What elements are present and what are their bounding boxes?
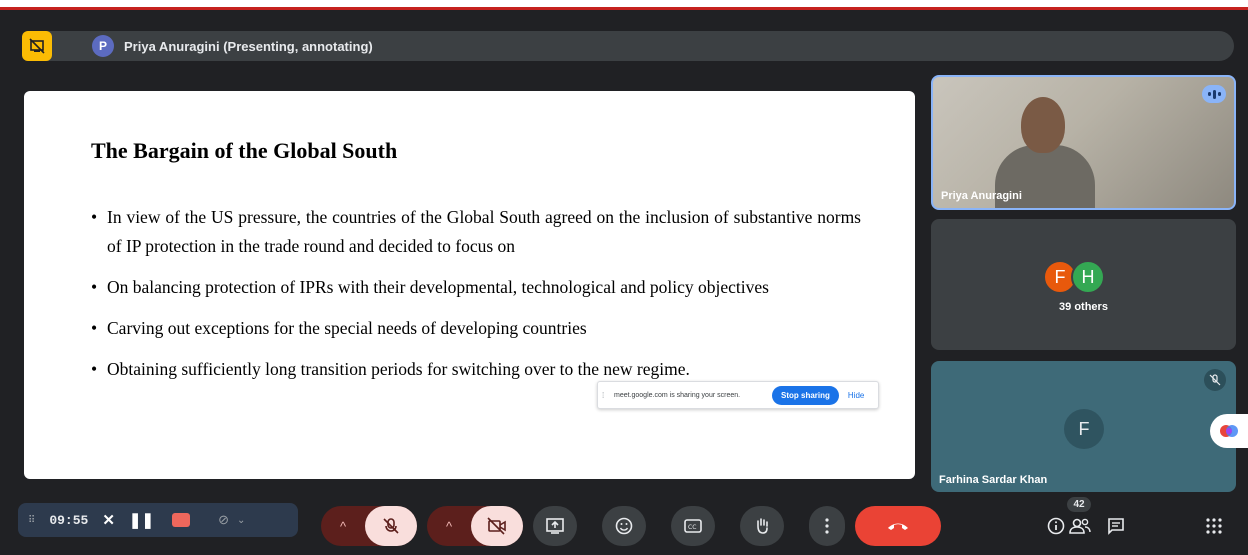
gemini-button[interactable] xyxy=(1210,414,1248,448)
gemini-icon xyxy=(1220,425,1238,437)
more-options-button[interactable] xyxy=(809,506,845,546)
chevron-down-icon[interactable]: ⌄ xyxy=(237,515,245,526)
camera-options-chevron-up-icon[interactable]: ^ xyxy=(427,506,471,546)
participant-name-label: Farhina Sardar Khan xyxy=(939,474,1048,486)
more-vert-icon xyxy=(825,518,829,534)
drag-handle-icon[interactable]: ⠿ xyxy=(28,515,35,526)
share-notice-text: meet.google.com is sharing your screen. xyxy=(614,391,741,399)
pin-off-icon xyxy=(29,38,45,54)
presenter-name-label: Priya Anuragini xyxy=(941,190,1022,202)
svg-text:CC: CC xyxy=(688,524,696,531)
chat-button[interactable] xyxy=(1102,514,1130,538)
slide-bullet: Obtaining sufficiently long transition p… xyxy=(91,355,861,384)
stop-sharing-button[interactable]: Stop sharing xyxy=(772,385,839,405)
others-count-label: 39 others xyxy=(1059,301,1108,313)
drag-handle-icon[interactable]: ⁞ xyxy=(602,391,612,400)
presenter-video-head xyxy=(1021,97,1065,153)
speaking-indicator-icon xyxy=(1202,85,1226,103)
slide-bullet: Carving out exceptions for the special n… xyxy=(91,314,861,343)
present-to-all-icon xyxy=(546,518,564,534)
videocam-off-icon xyxy=(487,517,506,535)
chat-icon xyxy=(1108,518,1124,535)
avatar: H xyxy=(1071,260,1105,294)
meet-window: P Priya Anuragini (Presenting, annotatin… xyxy=(0,0,1248,555)
avatar: F xyxy=(1064,409,1104,449)
slide-bullet-list: In view of the US pressure, the countrie… xyxy=(91,203,861,396)
mic-off-icon xyxy=(383,518,399,534)
emoji-icon xyxy=(615,517,633,535)
slide-title: The Bargain of the Global South xyxy=(91,138,398,163)
close-icon[interactable]: ✕ xyxy=(102,511,115,529)
recording-toolbar: ⠿ 09:55 ✕ ❚❚ ⊘ ⌄ xyxy=(18,503,298,537)
mic-toggle-button[interactable] xyxy=(365,506,417,546)
present-screen-button[interactable] xyxy=(533,506,577,546)
people-icon xyxy=(1069,518,1091,534)
participant-tile[interactable]: F Farhina Sardar Khan xyxy=(931,361,1236,492)
activities-button[interactable] xyxy=(1200,514,1228,538)
call-end-icon xyxy=(888,523,908,530)
apps-grid-icon xyxy=(1206,518,1222,534)
presenter-status-text: Priya Anuragini (Presenting, annotating) xyxy=(124,38,373,54)
mic-control-group: ^ xyxy=(321,506,417,546)
slide-bullet: In view of the US pressure, the countrie… xyxy=(91,203,861,261)
presenter-video-tile[interactable]: Priya Anuragini xyxy=(931,75,1236,210)
people-button[interactable] xyxy=(1066,514,1094,538)
layout-pin-button[interactable] xyxy=(22,31,52,61)
people-count-badge: 42 xyxy=(1067,497,1091,512)
slide-bullet: On balancing protection of IPRs with the… xyxy=(91,273,861,302)
others-avatar-stack: F H xyxy=(1043,260,1105,294)
hand-icon xyxy=(757,518,768,534)
mic-options-chevron-up-icon[interactable]: ^ xyxy=(321,506,365,546)
top-border xyxy=(0,0,1248,10)
reactions-button[interactable] xyxy=(602,506,646,546)
stop-recording-button[interactable] xyxy=(172,513,191,527)
pause-icon[interactable]: ❚❚ xyxy=(129,511,154,529)
others-tile[interactable]: F H 39 others xyxy=(931,219,1236,350)
captions-button[interactable]: CC xyxy=(671,506,715,546)
mic-off-icon xyxy=(1204,369,1226,391)
camera-control-group: ^ xyxy=(427,506,523,546)
visibility-off-icon[interactable]: ⊘ xyxy=(218,512,229,528)
info-icon xyxy=(1047,517,1065,535)
camera-toggle-button[interactable] xyxy=(471,506,523,546)
presenter-banner: P Priya Anuragini (Presenting, annotatin… xyxy=(22,31,1234,61)
hide-link[interactable]: Hide xyxy=(848,391,864,400)
presenter-avatar: P xyxy=(92,35,114,57)
closed-caption-icon: CC xyxy=(684,519,702,533)
presentation-slide: The Bargain of the Global South In view … xyxy=(24,91,915,479)
leave-call-button[interactable] xyxy=(855,506,941,546)
raise-hand-button[interactable] xyxy=(740,506,784,546)
recording-timer: 09:55 xyxy=(49,512,89,528)
screen-share-notification: ⁞ meet.google.com is sharing your screen… xyxy=(597,381,879,409)
